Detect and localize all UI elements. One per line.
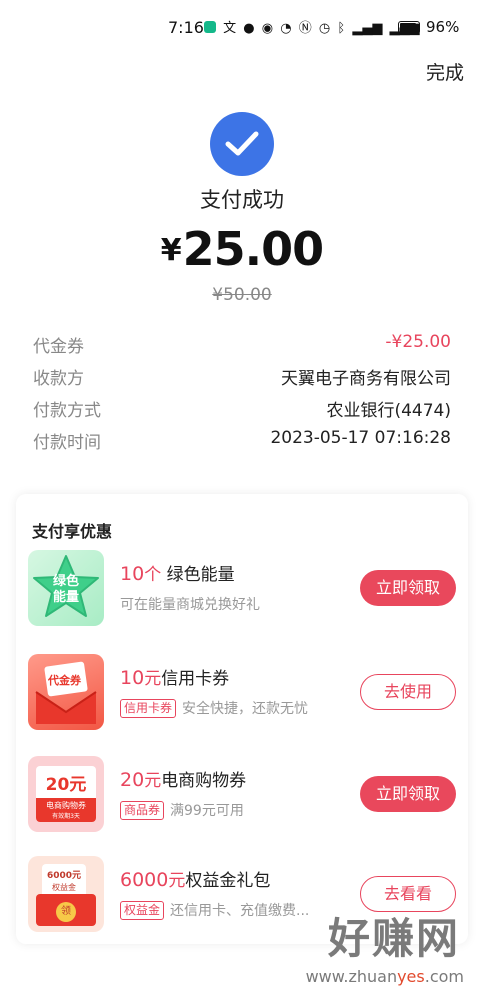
gift-envelope-icon: 6000元 权益金 领 xyxy=(28,856,104,932)
battery-level: 96% xyxy=(426,18,460,36)
offer-item-credit-card: 代金券 10元信用卡券 信用卡券 安全快捷，还款无忧 去使用 xyxy=(16,654,468,734)
offer-unit: 元 xyxy=(168,871,186,891)
watermark-brand: 好赚网 xyxy=(327,914,460,963)
watermark: 好赚网 www.zhuanyes.com xyxy=(260,905,470,995)
battery-icon xyxy=(398,21,420,34)
green-energy-star-icon: 绿色能量 xyxy=(28,550,104,626)
detail-row-method: 付款方式 农业银行(4474) xyxy=(33,394,451,426)
offer-title: 10个 绿色能量 xyxy=(120,560,235,585)
chat-icon: ● xyxy=(243,21,255,36)
offer-item-ecommerce: 20元 电商购物券 有效期3天 20元电商购物券 商品券 满99元可用 立即领取 xyxy=(16,756,468,836)
thumb-label: 6000元 xyxy=(46,871,82,881)
offer-name: 绿色能量 xyxy=(166,565,235,585)
offers-card: 支付享优惠 绿色能量 10个 绿色能量 可在能量商城兑换好礼 立即领取 代金券 … xyxy=(16,494,468,944)
detail-label: 收款方 xyxy=(33,369,84,389)
claim-shopping-coupon-button[interactable]: 立即领取 xyxy=(360,776,456,812)
offers-title: 支付享优惠 xyxy=(32,522,113,541)
status-bar: 7:16 文 ● ◉ ◔ Ⓝ ◷ ᛒ ▂▄▆ ▂▄▆ 96% xyxy=(0,0,484,56)
payment-amount: ¥25.00 xyxy=(0,222,484,276)
offer-number: 10 xyxy=(120,667,145,689)
thumb-sub: 权益金 xyxy=(52,883,76,892)
detail-row-time: 付款时间 2023-05-17 07:16:28 xyxy=(33,426,451,458)
detail-label: 付款方式 xyxy=(33,401,101,421)
status-icons: 文 ● ◉ ◔ Ⓝ ◷ ᛒ ▂▄▆ ▂▄▆ xyxy=(204,17,422,36)
5g-signal-icon: ▂▄▆ xyxy=(352,21,383,36)
status-time: 7:16 xyxy=(168,18,204,37)
detail-row-voucher: 代金券 -¥25.00 xyxy=(33,330,451,362)
watermark-url-suffix: .com xyxy=(424,967,464,986)
offer-subtitle: 商品券 满99元可用 xyxy=(120,800,244,820)
amount-value: 25.00 xyxy=(182,222,325,276)
offer-tag: 权益金 xyxy=(120,901,165,920)
done-button[interactable]: 完成 xyxy=(426,58,464,85)
speed-icon: ◔ xyxy=(280,21,292,36)
offer-desc: 安全快捷，还款无忧 xyxy=(182,701,309,717)
watermark-url: www.zhuanyes.com xyxy=(306,967,464,986)
original-amount: ¥50.00 xyxy=(212,285,272,305)
thumb-sub2: 领 xyxy=(56,902,76,922)
offer-number: 6000 xyxy=(120,869,169,891)
payment-details: 代金券 -¥25.00 收款方 天翼电子商务有限公司 付款方式 农业银行(447… xyxy=(33,330,451,458)
offer-title: 6000元权益金礼包 xyxy=(120,866,270,891)
qq-icon: ◉ xyxy=(261,21,274,36)
claim-energy-button[interactable]: 立即领取 xyxy=(360,570,456,606)
offer-desc: 满99元可用 xyxy=(170,803,244,819)
watermark-url-accent: yes xyxy=(397,967,425,986)
offer-number: 20 xyxy=(120,769,145,791)
shopping-coupon-icon: 20元 电商购物券 有效期3天 xyxy=(28,756,104,832)
detail-value: -¥25.00 xyxy=(385,332,451,352)
detail-value: 农业银行(4474) xyxy=(326,401,451,421)
offer-title: 10元信用卡券 xyxy=(120,664,229,689)
nfc-icon: Ⓝ xyxy=(298,21,312,36)
bluetooth-icon: ᛒ xyxy=(337,21,346,36)
offer-unit: 元 xyxy=(144,771,162,791)
offer-number: 10 xyxy=(120,563,145,585)
detail-label: 付款时间 xyxy=(33,433,101,453)
offer-subtitle: 可在能量商城兑换好礼 xyxy=(120,597,260,613)
alarm-icon: ◷ xyxy=(318,21,331,36)
payment-status: 支付成功 xyxy=(200,188,284,212)
use-credit-card-coupon-button[interactable]: 去使用 xyxy=(360,674,456,710)
thumb-sub2: 有效期3天 xyxy=(52,813,80,820)
offer-tag: 信用卡券 xyxy=(120,699,177,718)
detail-row-payee: 收款方 天翼电子商务有限公司 xyxy=(33,362,451,394)
app-icon xyxy=(204,21,216,33)
detail-label: 代金券 xyxy=(33,337,84,357)
detail-value: 天翼电子商务有限公司 xyxy=(281,369,451,389)
check-circle-icon xyxy=(210,112,274,176)
translate-icon: 文 xyxy=(223,21,237,36)
offer-tag: 商品券 xyxy=(120,801,165,820)
offer-name: 信用卡券 xyxy=(161,669,230,689)
red-envelope-icon: 代金券 xyxy=(28,654,104,730)
currency-symbol: ¥ xyxy=(160,233,182,268)
offer-name: 权益金礼包 xyxy=(185,871,271,891)
thumb-label: 代金券 xyxy=(48,674,81,687)
offer-subtitle: 信用卡券 安全快捷，还款无忧 xyxy=(120,698,308,718)
offer-unit: 元 xyxy=(144,669,162,689)
payment-result-page: 7:16 文 ● ◉ ◔ Ⓝ ◷ ᛒ ▂▄▆ ▂▄▆ 96% 完成 支付成功 ¥… xyxy=(0,0,484,1000)
offer-unit: 个 xyxy=(144,565,162,585)
thumb-sub: 电商购物券 xyxy=(46,801,86,810)
offer-title: 20元电商购物券 xyxy=(120,766,246,791)
watermark-url-prefix: www.zhuan xyxy=(305,967,398,986)
offer-item-green-energy: 绿色能量 10个 绿色能量 可在能量商城兑换好礼 立即领取 xyxy=(16,550,468,630)
detail-value: 2023-05-17 07:16:28 xyxy=(270,428,451,448)
thumb-label: 20元 xyxy=(45,775,87,795)
offer-name: 电商购物券 xyxy=(161,771,247,791)
thumb-label: 绿色能量 xyxy=(52,574,79,605)
